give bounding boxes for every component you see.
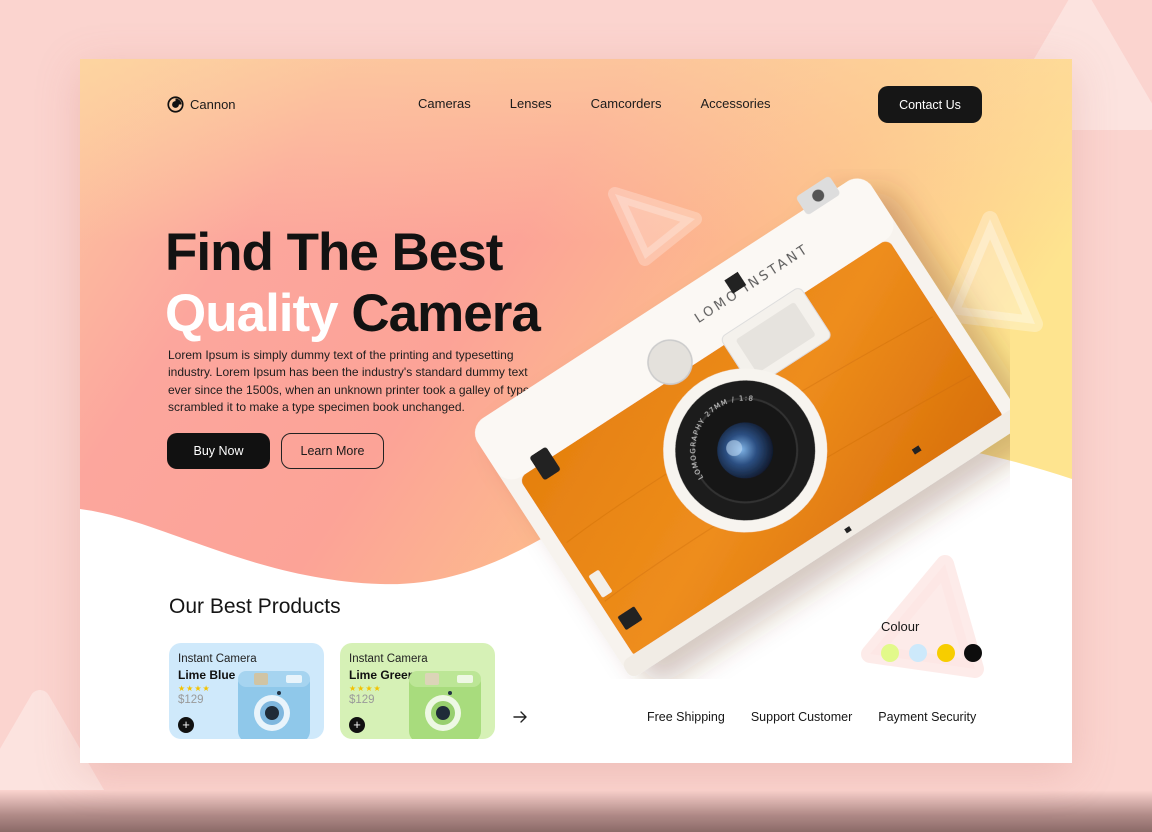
- bottom-shadow: [0, 790, 1152, 832]
- nav-item-accessories[interactable]: Accessories: [700, 96, 770, 111]
- arrow-right-icon[interactable]: [512, 709, 528, 725]
- contact-button[interactable]: Contact Us: [878, 86, 982, 123]
- colour-swatch-yellow[interactable]: [937, 644, 955, 662]
- feature-payment-security[interactable]: Payment Security: [878, 710, 976, 724]
- colour-label: Colour: [881, 619, 920, 634]
- colour-swatch-blue[interactable]: [909, 644, 927, 662]
- product-camera-image: [409, 671, 481, 739]
- headline-highlight: Quality: [165, 284, 339, 343]
- rating-stars: ★★★★: [349, 684, 382, 693]
- rating-stars: ★★★★: [178, 684, 211, 693]
- colour-swatch-black[interactable]: [964, 644, 982, 662]
- products-title: Our Best Products: [169, 595, 341, 618]
- product-price: $129: [178, 694, 204, 706]
- landing-page: Cannon Cameras Lenses Camcorders Accesso…: [80, 59, 1072, 763]
- learn-more-button[interactable]: Learn More: [281, 433, 384, 469]
- product-name: Lime Blue: [178, 668, 236, 682]
- product-card[interactable]: Instant Camera Lime Blue ★★★★ $129 +: [169, 643, 324, 739]
- feature-support-customer[interactable]: Support Customer: [751, 710, 852, 724]
- product-camera-image: [238, 671, 310, 739]
- main-nav: Cameras Lenses Camcorders Accessories: [418, 96, 810, 111]
- nav-item-camcorders[interactable]: Camcorders: [591, 96, 662, 111]
- add-to-cart-button[interactable]: +: [349, 717, 365, 733]
- add-to-cart-button[interactable]: +: [178, 717, 194, 733]
- brand-name: Cannon: [190, 97, 236, 112]
- buy-now-button[interactable]: Buy Now: [167, 433, 270, 469]
- colour-swatch-lime[interactable]: [881, 644, 899, 662]
- brand-logo[interactable]: Cannon: [167, 96, 236, 113]
- nav-item-cameras[interactable]: Cameras: [418, 96, 471, 111]
- feature-free-shipping[interactable]: Free Shipping: [647, 710, 725, 724]
- features-bar: Free Shipping Support Customer Payment S…: [647, 710, 976, 724]
- aperture-icon: [167, 96, 184, 113]
- product-price: $129: [349, 694, 375, 706]
- nav-item-lenses[interactable]: Lenses: [510, 96, 552, 111]
- hero-camera-image: LOMO'INSTANT LOMOGRAPHY 27MM / 1:8: [475, 176, 1010, 677]
- product-card[interactable]: Instant Camera Lime Green ★★★★ $129 +: [340, 643, 495, 739]
